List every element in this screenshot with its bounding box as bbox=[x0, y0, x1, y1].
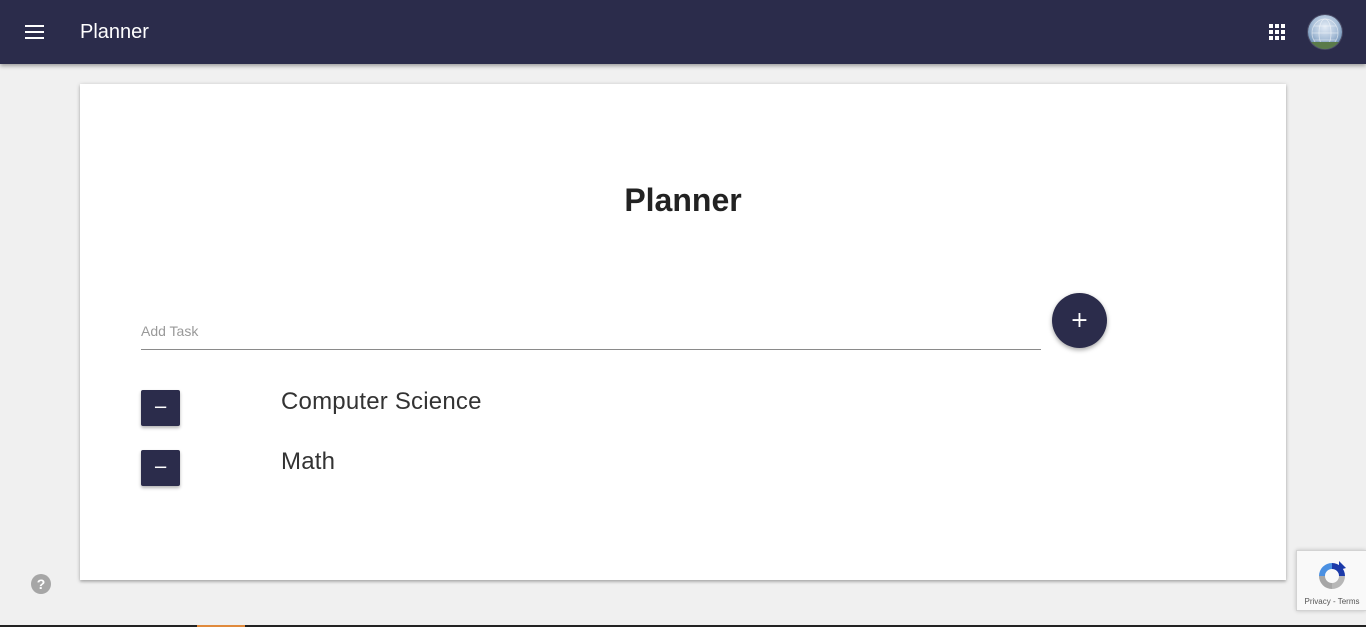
task-row: − Math bbox=[141, 448, 1241, 486]
recaptcha-badge: Privacy - Terms bbox=[1296, 550, 1366, 611]
top-app-bar: Planner bbox=[0, 0, 1366, 64]
recaptcha-logo-icon bbox=[1315, 559, 1349, 593]
add-task-field bbox=[141, 316, 1041, 350]
help-circle-icon[interactable]: ? bbox=[31, 574, 51, 594]
apps-grid-icon[interactable] bbox=[1267, 22, 1287, 42]
planner-card: Planner + − Computer Science − Math bbox=[80, 84, 1286, 580]
add-task-input[interactable] bbox=[141, 318, 1041, 344]
app-title: Planner bbox=[80, 21, 149, 43]
task-label: Computer Science bbox=[281, 388, 482, 415]
recaptcha-separator: - bbox=[1332, 597, 1336, 606]
recaptcha-privacy-link[interactable]: Privacy bbox=[1305, 597, 1331, 606]
recaptcha-links: Privacy - Terms bbox=[1297, 597, 1366, 606]
task-label: Math bbox=[281, 448, 336, 475]
recaptcha-terms-link[interactable]: Terms bbox=[1338, 597, 1360, 606]
add-task-button[interactable]: + bbox=[1052, 293, 1107, 348]
remove-task-button[interactable]: − bbox=[141, 450, 180, 486]
hamburger-menu-icon[interactable] bbox=[22, 21, 50, 43]
page-title: Planner bbox=[624, 182, 742, 218]
user-avatar[interactable] bbox=[1308, 15, 1342, 49]
remove-task-button[interactable]: − bbox=[141, 390, 180, 426]
task-row: − Computer Science bbox=[141, 388, 1241, 426]
